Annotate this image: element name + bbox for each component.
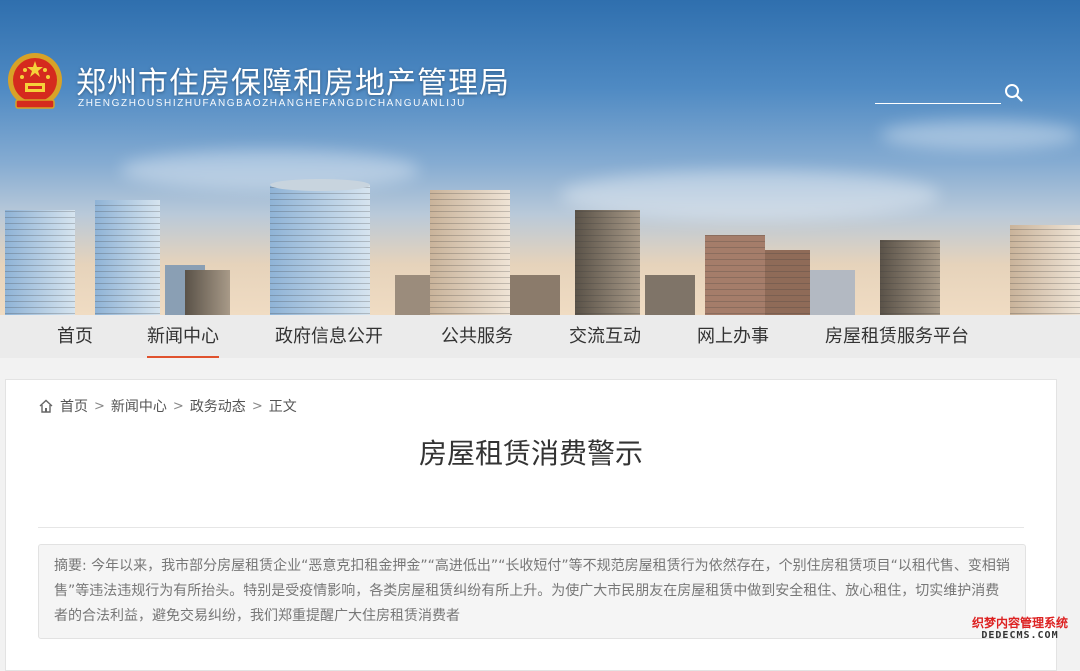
- search-icon[interactable]: [1004, 83, 1024, 103]
- watermark: 织梦内容管理系统 DEDECMS.COM: [968, 616, 1072, 642]
- search-underline: [875, 103, 1001, 104]
- divider: [38, 527, 1024, 528]
- nav-item-news-center[interactable]: 新闻中心: [147, 315, 219, 358]
- chevron-right-icon: >: [172, 398, 184, 414]
- breadcrumb-news-center[interactable]: 新闻中心: [111, 396, 167, 416]
- watermark-title: 织梦内容管理系统: [971, 616, 1068, 630]
- breadcrumb-current: 正文: [268, 399, 297, 415]
- nav-item-interaction[interactable]: 交流互动: [569, 315, 641, 358]
- breadcrumb-gov-news[interactable]: 政务动态: [190, 396, 246, 416]
- search-input[interactable]: [875, 82, 1005, 104]
- home-icon[interactable]: [38, 398, 54, 414]
- watermark-domain: DEDECMS.COM: [981, 630, 1059, 641]
- chevron-right-icon: >: [251, 398, 263, 414]
- chevron-right-icon: >: [94, 398, 105, 414]
- nav-item-public-service[interactable]: 公共服务: [441, 315, 513, 358]
- cloud: [880, 120, 1080, 150]
- site-title: 郑州市住房保障和房地产管理局: [76, 66, 510, 101]
- article-summary: 摘要: 今年以来，我市部分房屋租赁企业“恶意克扣租金押金”“高进低出”“长收短付…: [38, 544, 1026, 639]
- breadcrumb-home[interactable]: 首页: [60, 396, 88, 416]
- nav-item-home[interactable]: 首页: [57, 315, 93, 358]
- header-banner: 郑州市住房保障和房地产管理局 ZHENGZHOUSHIZHUFANGBAOZHA…: [0, 0, 1080, 315]
- summary-label: 摘要:: [54, 558, 87, 574]
- article-title: 房屋租赁消费警示: [418, 437, 643, 470]
- nav-item-rental-platform[interactable]: 房屋租赁服务平台: [825, 315, 969, 358]
- summary-text: 今年以来，我市部分房屋租赁企业“恶意克扣租金押金”“高进低出”“长收短付”等不规…: [54, 558, 1010, 624]
- nav-item-online-services[interactable]: 网上办事: [697, 315, 769, 358]
- article-card: 首页 > 新闻中心 > 政务动态 > 正文 房屋租赁消费警示 摘要: 今年以来，…: [5, 379, 1057, 671]
- city-skyline-illustration: [5, 179, 1080, 315]
- breadcrumb: 首页 > 新闻中心 > 政务动态 > 正文: [38, 396, 297, 416]
- nav-item-gov-info[interactable]: 政府信息公开: [275, 315, 383, 358]
- main-nav: 首页 新闻中心 政府信息公开 公共服务 交流互动 网上办事 房屋租赁服务平台: [0, 315, 1080, 358]
- national-emblem-icon: [8, 53, 62, 109]
- site-subtitle: ZHENGZHOUSHIZHUFANGBAOZHANGHEFANGDICHANG…: [78, 98, 467, 109]
